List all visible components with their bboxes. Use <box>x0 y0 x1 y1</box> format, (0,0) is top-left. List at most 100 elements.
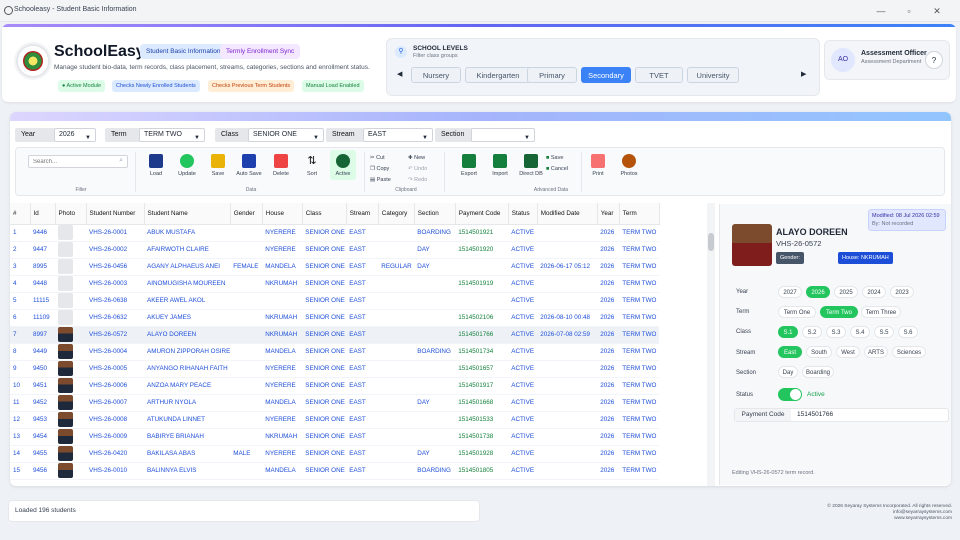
levels-next-button[interactable]: ▶ <box>801 70 806 78</box>
column-header[interactable]: Class <box>302 203 347 225</box>
table-row[interactable]: 8 9449 VHS-26-0004 AMURON ZIPPORAH OSIRE MAN… <box>10 343 660 361</box>
column-header[interactable]: Payment Code <box>455 203 509 225</box>
column-header[interactable]: Status <box>508 203 538 225</box>
column-header[interactable]: Term <box>619 203 660 225</box>
class-option[interactable]: S.3 <box>826 326 846 338</box>
class-option[interactable]: S.6 <box>898 326 918 338</box>
close-button[interactable]: ✕ <box>926 5 948 17</box>
stream-option[interactable]: West <box>836 346 860 358</box>
manual-load-chip[interactable]: Manual Load Enabled <box>302 80 364 92</box>
table-row[interactable]: 15 9456 VHS-26-0010 BALINNYA ELVIS MANDELA SE… <box>10 462 660 480</box>
import-button[interactable]: Import <box>487 154 513 177</box>
level-university[interactable]: University <box>687 67 739 83</box>
copy-button[interactable]: ❐ Copy <box>370 164 389 174</box>
table-row[interactable]: 6 11109 VHS-26-0632 AKUEY JAMES NKRUMAH SENIO… <box>10 309 660 327</box>
table-row[interactable]: 2 9447 VHS-26-0002 AFAIRWOTH CLAIRE NYERERE S… <box>10 241 660 259</box>
table-row[interactable]: 14 9455 VHS-26-0420 BAKILASA ABAS MALE NYERER… <box>10 445 660 463</box>
level-kindergarten[interactable]: Kindergarten <box>465 67 531 83</box>
level-tvet[interactable]: TVET <box>635 67 683 83</box>
photos-button[interactable]: Photos <box>616 154 642 177</box>
column-header[interactable]: Stream <box>346 203 379 225</box>
update-button[interactable]: Update <box>174 154 200 177</box>
stream-option[interactable]: Sciences <box>892 346 926 358</box>
table-row[interactable]: 4 9448 VHS-26-0003 AINOMUGISHA MOUREEN NKRUM… <box>10 275 660 293</box>
year-option[interactable]: 2024 <box>862 286 886 298</box>
section-option[interactable]: Day <box>778 366 798 378</box>
advanced-cancel-button[interactable]: ■ Cancel <box>546 164 568 174</box>
stream-option[interactable]: South <box>806 346 832 358</box>
levels-prev-button[interactable]: ◀ <box>397 70 402 78</box>
table-row[interactable]: 9 9450 VHS-26-0005 ANYANGO RIHANAH FAITH NYE… <box>10 360 660 378</box>
year-option[interactable]: 2023 <box>890 286 914 298</box>
table-row[interactable]: 13 9454 VHS-26-0009 BABIRYE BRIANAH NKRUMAH S… <box>10 428 660 446</box>
new-button[interactable]: ✚ New <box>408 153 425 163</box>
term-filter-select[interactable]: TERM TWO ▼ <box>139 128 205 142</box>
undo-button[interactable]: ↶ Undo <box>408 164 427 174</box>
table-row[interactable]: 11 9452 VHS-26-0007 ARTHUR NYOLA MANDELA SENI… <box>10 394 660 412</box>
students-grid[interactable]: # Id Photo Student Number Student Name Gender… <box>10 203 717 486</box>
search-box[interactable]: ⌕ <box>28 155 128 168</box>
term-option[interactable]: Term One <box>778 306 816 318</box>
help-button[interactable]: ? <box>925 51 943 69</box>
year-option[interactable]: 2027 <box>778 286 802 298</box>
status-toggle[interactable] <box>778 388 802 401</box>
active-button[interactable]: Active <box>330 150 356 180</box>
year-option[interactable]: 2026 <box>806 286 830 298</box>
column-header[interactable]: Photo <box>55 203 87 225</box>
grid-scrollbar-thumb[interactable] <box>708 233 714 251</box>
term-option[interactable]: Term Two <box>820 306 858 318</box>
officer-card[interactable]: AO Assessment Officer Assessment Departm… <box>824 40 950 80</box>
column-header[interactable]: Modified Date <box>537 203 598 225</box>
column-header[interactable]: Student Name <box>144 203 231 225</box>
redo-button[interactable]: ↷ Redo <box>408 175 427 185</box>
sort-button[interactable]: ⇅ Sort <box>299 154 325 177</box>
class-option[interactable]: S.2 <box>802 326 822 338</box>
company-website[interactable]: www.seyarraysystems.com <box>760 516 952 522</box>
cut-button[interactable]: ✂ Cut <box>370 153 385 163</box>
load-button[interactable]: Load <box>143 154 169 177</box>
print-button[interactable]: Print <box>585 154 611 177</box>
section-option[interactable]: Boarding <box>802 366 834 378</box>
table-row[interactable]: 5 11115 VHS-26-0638 AKEER AWEL AKOL SENIOR O… <box>10 292 660 310</box>
paste-button[interactable]: ▤ Paste <box>370 175 391 185</box>
level-nursery[interactable]: Nursery <box>411 67 461 83</box>
table-row[interactable]: 1 9446 VHS-26-0001 ABUK MUSTAFA NYERERE SENIO… <box>10 224 660 242</box>
table-row[interactable]: 12 9453 VHS-26-0008 ATUKUNDA LINNET NYERERE S… <box>10 411 660 429</box>
table-row[interactable]: 3 8995 VHS-26-0456 AGANY ALPHAEUS ANEI FEMAL… <box>10 258 660 276</box>
new-students-chip[interactable]: Checks Newly Enrolled Students <box>112 80 200 92</box>
column-header[interactable]: # <box>10 203 31 225</box>
column-header[interactable]: Id <box>30 203 56 225</box>
search-input[interactable] <box>29 156 111 167</box>
year-filter-select[interactable]: 2026 ▼ <box>54 128 96 142</box>
stream-option[interactable]: ARTS <box>864 346 888 358</box>
grid-scrollbar[interactable] <box>707 203 715 486</box>
table-row[interactable]: 10 9451 VHS-26-0006 ANZOA MARY PEACE NYERERE… <box>10 377 660 395</box>
table-row[interactable]: 7 8997 VHS-26-0572 ALAYO DOREEN NKRUMAH SENIO… <box>10 326 660 344</box>
class-option[interactable]: S.1 <box>778 326 798 338</box>
save-button[interactable]: Save <box>205 154 231 177</box>
sync-tag[interactable]: Termly Enrollment Sync <box>220 44 301 59</box>
term-option[interactable]: Term Three <box>861 306 901 318</box>
class-filter-select[interactable]: SENIOR ONE ▼ <box>248 128 324 142</box>
direct-db-button[interactable]: Direct DB <box>518 154 544 177</box>
column-header[interactable]: Year <box>597 203 620 225</box>
section-filter-select[interactable]: ▼ <box>471 128 535 142</box>
maximize-button[interactable]: ▫ <box>898 5 920 17</box>
level-primary[interactable]: Primary <box>527 67 577 83</box>
minimize-button[interactable]: — <box>870 5 892 17</box>
previous-term-chip[interactable]: Checks Previous Term Students <box>208 80 295 92</box>
year-option[interactable]: 2025 <box>834 286 858 298</box>
column-header[interactable]: Category <box>378 203 415 225</box>
column-header[interactable]: Section <box>414 203 456 225</box>
class-option[interactable]: S.5 <box>874 326 894 338</box>
class-option[interactable]: S.4 <box>850 326 870 338</box>
level-secondary[interactable]: Secondary <box>581 67 631 83</box>
autosave-button[interactable]: Auto Save <box>236 154 262 177</box>
advanced-save-button[interactable]: ■ Save <box>546 153 563 163</box>
stream-filter-select[interactable]: EAST ▼ <box>363 128 433 142</box>
column-header[interactable]: Student Number <box>86 203 145 225</box>
stream-option[interactable]: East <box>778 346 802 358</box>
export-button[interactable]: Export <box>456 154 482 177</box>
payment-code-field[interactable]: Payment Code 1514501766 <box>734 408 949 422</box>
column-header[interactable]: Gender <box>230 203 263 225</box>
